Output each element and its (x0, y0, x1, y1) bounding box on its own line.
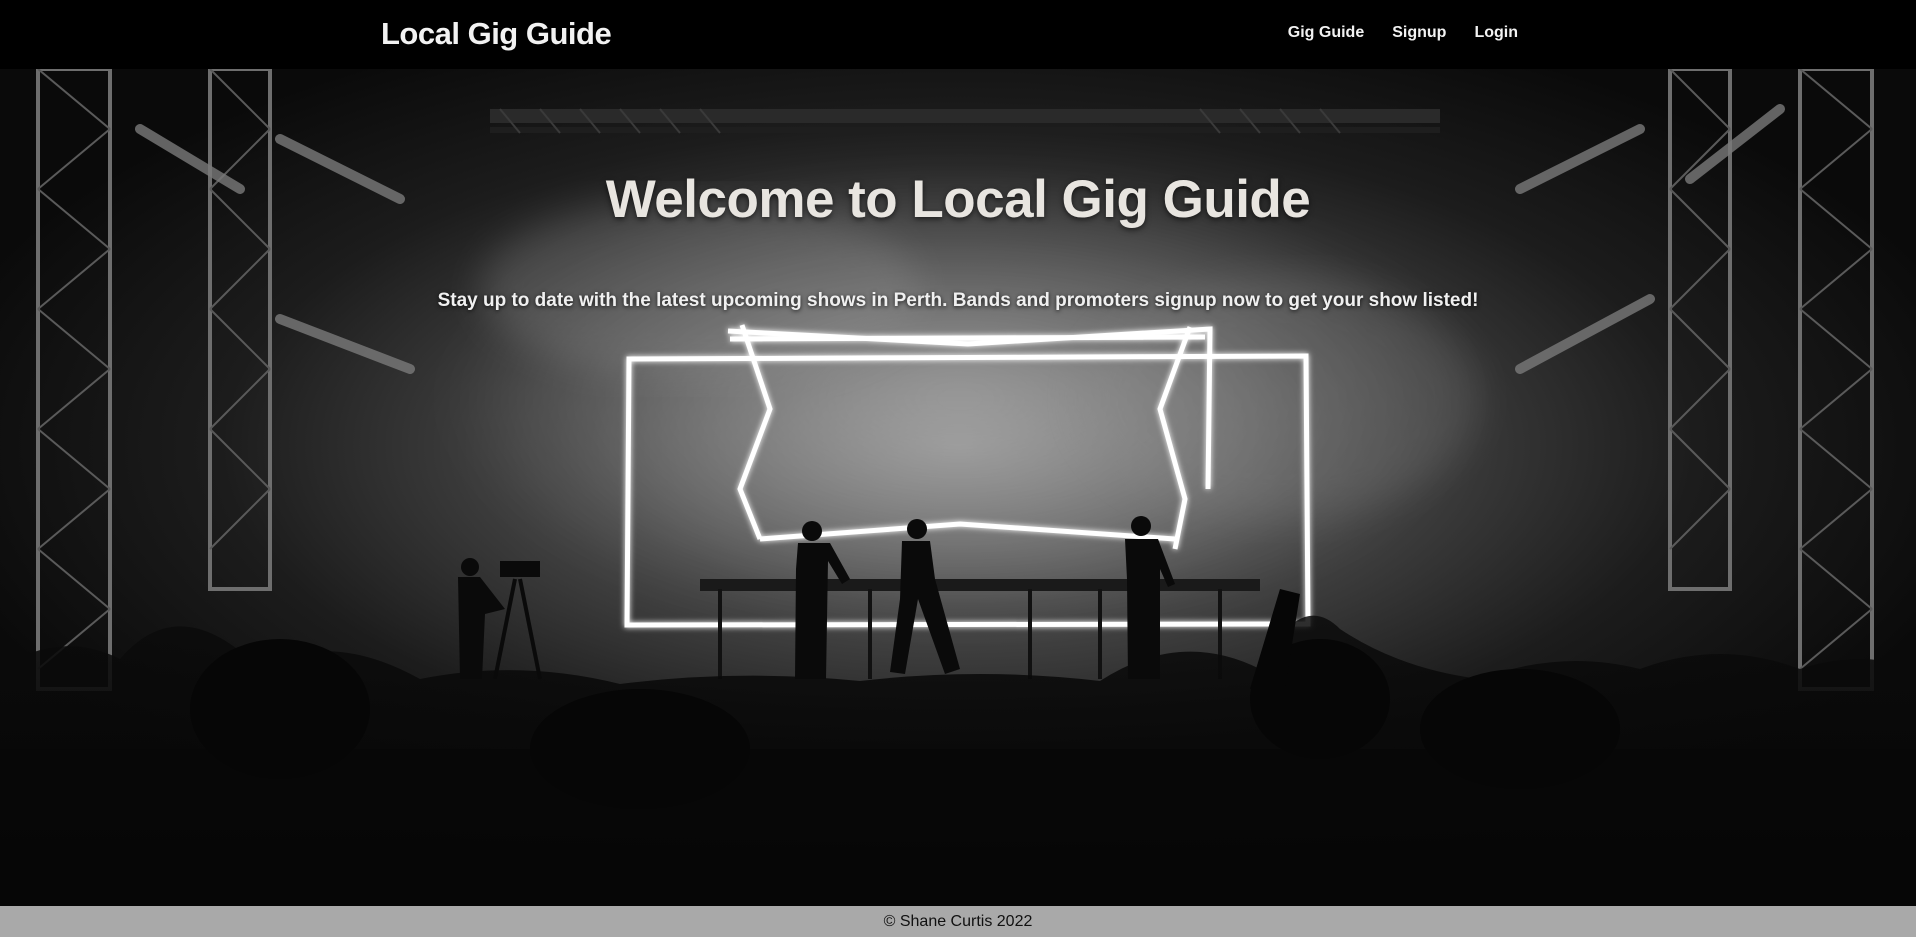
nav-link-gig-guide[interactable]: Gig Guide (1288, 24, 1364, 42)
nav-link-login[interactable]: Login (1474, 24, 1518, 42)
brand-logo-link[interactable]: Local Gig Guide (381, 16, 612, 52)
nav-link-signup[interactable]: Signup (1392, 24, 1446, 42)
hero-title: Welcome to Local Gig Guide (605, 170, 1311, 229)
hero-section: Welcome to Local Gig Guide Stay up to da… (0, 69, 1916, 906)
footer: © Shane Curtis 2022 (0, 906, 1916, 937)
nav-links: Gig Guide Signup Login (1288, 24, 1518, 42)
navbar: Local Gig Guide Gig Guide Signup Login (0, 0, 1916, 69)
footer-copyright: © Shane Curtis 2022 (883, 913, 1033, 930)
hero-subtitle: Stay up to date with the latest upcoming… (437, 290, 1479, 311)
